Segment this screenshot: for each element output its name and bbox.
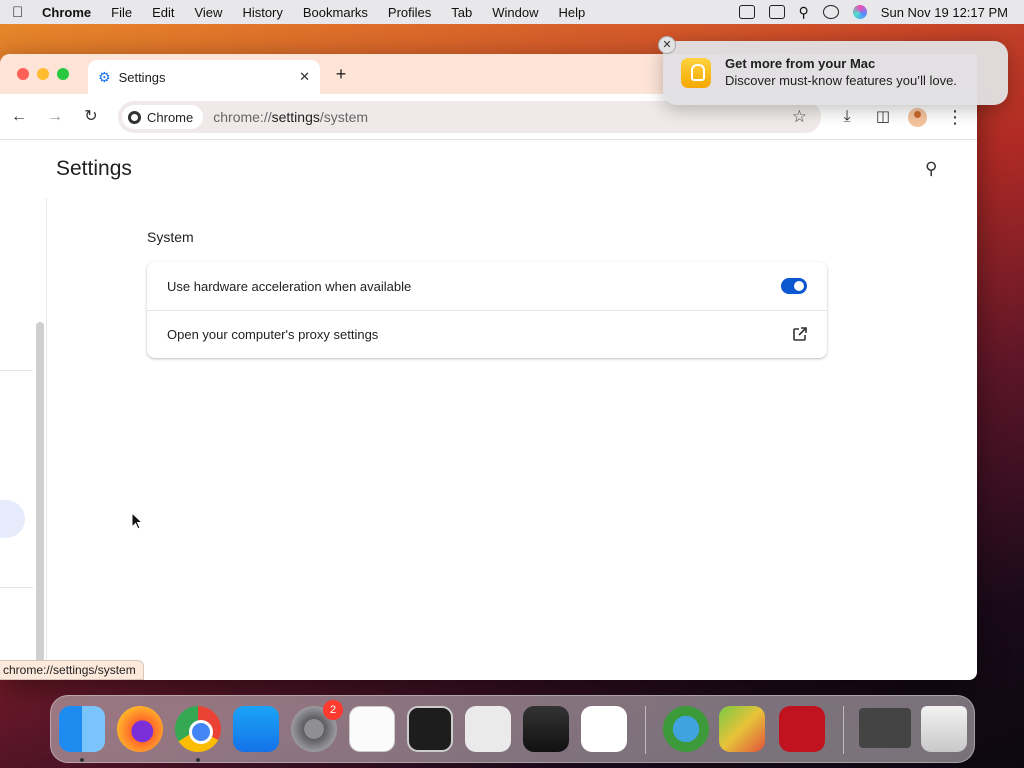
notification-close-icon[interactable]: ✕ — [658, 36, 676, 54]
dock-app-store-icon[interactable] — [233, 706, 279, 752]
dock-garageband-icon[interactable] — [523, 706, 569, 752]
site-chip-label: Chrome — [147, 109, 194, 125]
chrome-window: ⚙ Settings ✕ + ← → ↻ Chrome chrome://set… — [0, 54, 977, 680]
dock-system-settings-icon[interactable]: 2 — [291, 700, 343, 752]
siri-icon[interactable] — [852, 5, 867, 19]
apple-menu-icon[interactable]:  — [12, 4, 42, 21]
url-path: /system — [319, 109, 369, 125]
screen-mirroring-icon[interactable] — [768, 5, 785, 19]
dock-separator — [843, 706, 844, 754]
menu-bar-extras: ⚲ Sun Nov 19 12:17 PM — [738, 0, 1008, 24]
window-controls — [17, 68, 69, 80]
tab-settings[interactable]: ⚙ Settings ✕ — [88, 60, 320, 94]
status-url-bubble: chrome://settings/system — [0, 660, 144, 680]
menu-bookmarks[interactable]: Bookmarks — [303, 5, 368, 20]
settings-gear-icon: ⚙ — [98, 68, 111, 85]
url-host: settings — [271, 109, 320, 125]
sidebar-divider — [0, 587, 33, 588]
minimize-window-button[interactable] — [37, 68, 49, 80]
notification-banner[interactable]: ✕ Get more from your Mac Discover must-k… — [658, 36, 1008, 105]
control-center-icon[interactable] — [822, 5, 839, 19]
close-tab-icon[interactable]: ✕ — [299, 69, 310, 85]
settings-header: Settings ⚲ — [0, 140, 977, 198]
dock-vscode-icon[interactable] — [581, 706, 627, 752]
system-settings-card: Use hardware acceleration when available… — [147, 262, 827, 358]
profile-avatar[interactable] — [908, 108, 927, 127]
spotlight-search-icon[interactable]: ⚲ — [799, 4, 809, 21]
menu-profiles[interactable]: Profiles — [388, 5, 431, 20]
zoom-window-button[interactable] — [57, 68, 69, 80]
sidebar-scrollbar[interactable] — [36, 322, 44, 668]
dock-photo-booth-icon[interactable] — [779, 706, 825, 752]
url-prefix: chrome:// — [213, 109, 272, 125]
menu-window[interactable]: Window — [492, 5, 538, 20]
dock: 2 — [50, 695, 975, 763]
menu-app-name[interactable]: Chrome — [42, 5, 91, 20]
hardware-acceleration-label: Use hardware acceleration when available — [167, 278, 412, 294]
dock-finder-icon[interactable] — [59, 706, 105, 752]
tab-title: Settings — [118, 69, 166, 85]
site-info-chip[interactable]: Chrome — [122, 105, 204, 129]
search-settings-icon[interactable]: ⚲ — [925, 159, 937, 179]
url-text[interactable]: chrome://settings/system — [213, 109, 368, 125]
section-title: System — [147, 229, 194, 245]
menu-view[interactable]: View — [194, 5, 222, 20]
bookmark-star-icon[interactable]: ☆ — [792, 107, 807, 127]
menu-bar-clock[interactable]: Sun Nov 19 12:17 PM — [881, 5, 1008, 20]
back-arrow-icon[interactable]: ← — [8, 106, 30, 128]
more-menu-icon[interactable]: ⋮ — [944, 106, 966, 128]
menu-file[interactable]: File — [111, 5, 132, 20]
dock-launchpad-icon[interactable] — [465, 706, 511, 752]
forward-arrow-icon[interactable]: → — [44, 106, 66, 128]
lightbulb-icon — [681, 58, 711, 88]
dock-game-icon[interactable] — [663, 706, 709, 752]
page-title: Settings — [56, 157, 132, 180]
close-window-button[interactable] — [17, 68, 29, 80]
hardware-acceleration-toggle[interactable] — [781, 278, 807, 294]
menu-edit[interactable]: Edit — [152, 5, 174, 20]
dock-terminal-icon[interactable] — [407, 706, 453, 752]
proxy-settings-label: Open your computer's proxy settings — [167, 327, 379, 342]
presenter-icon[interactable] — [738, 5, 755, 19]
menu-tab[interactable]: Tab — [451, 5, 472, 20]
chrome-logo-icon — [128, 110, 141, 124]
side-panel-icon[interactable]: ◫ — [872, 106, 894, 128]
notification-badge: 2 — [323, 700, 343, 720]
dock-trash-icon[interactable] — [921, 706, 967, 752]
sidebar-divider — [0, 370, 33, 371]
dock-separator — [645, 706, 646, 754]
menu-bar:  Chrome File Edit View History Bookmark… — [0, 0, 1024, 24]
dock-running-indicator — [80, 758, 84, 762]
new-tab-button[interactable]: + — [330, 63, 352, 85]
notification-body: Discover must-know features you’ll love. — [725, 73, 957, 88]
hardware-acceleration-row[interactable]: Use hardware acceleration when available — [147, 262, 827, 310]
dock-chrome-icon[interactable] — [175, 706, 221, 752]
address-bar[interactable]: Chrome chrome://settings/system ☆ — [118, 101, 821, 133]
notification-title: Get more from your Mac — [725, 56, 876, 71]
dock-game-icon[interactable] — [719, 706, 765, 752]
menu-help[interactable]: Help — [559, 5, 586, 20]
download-icon[interactable]: ⤓ — [836, 106, 858, 128]
proxy-settings-row[interactable]: Open your computer's proxy settings — [147, 310, 827, 358]
dock-firefox-icon[interactable] — [117, 706, 163, 752]
reload-icon[interactable]: ↻ — [80, 106, 102, 128]
dock-running-indicator — [196, 758, 200, 762]
external-link-icon[interactable] — [792, 326, 808, 342]
dock-hand-mirror-icon[interactable] — [859, 708, 911, 748]
menu-history[interactable]: History — [242, 5, 282, 20]
dock-textedit-icon[interactable] — [349, 706, 395, 752]
